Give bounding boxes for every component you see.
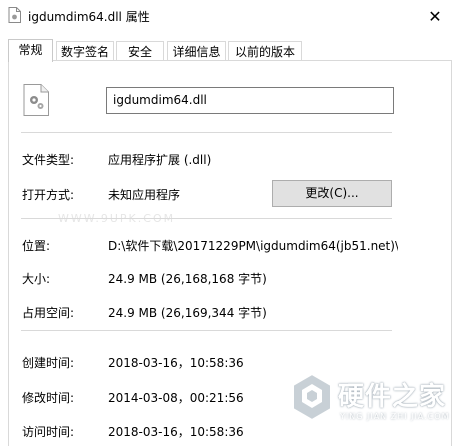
- created-label: 创建时间:: [22, 356, 75, 370]
- separator: [21, 218, 392, 219]
- close-icon: ✕: [428, 6, 442, 26]
- hexagon-logo-icon: [292, 372, 332, 422]
- accessed-value: 2018-03-16，10:58:36: [108, 425, 244, 439]
- title-bar: igdumdim64.dll 属性 ✕: [0, 0, 458, 32]
- size-value: 24.9 MB (26,168,168 字节): [108, 272, 267, 286]
- size-on-disk-label: 占用空间:: [22, 306, 75, 320]
- separator: [21, 330, 392, 331]
- location-label: 位置:: [22, 239, 51, 253]
- brand-watermark: 硬件之家 YING JIAN ZHI JIA.COM: [290, 372, 450, 432]
- modified-label: 修改时间:: [22, 391, 75, 405]
- change-button[interactable]: 更改(C)...: [272, 180, 392, 207]
- dll-gear-file-icon: [23, 84, 49, 116]
- separator: [21, 132, 392, 133]
- created-value: 2018-03-16，10:58:36: [108, 356, 244, 370]
- location-value: D:\软件下载\20171229PM\igdumdim64(jb51.net)\: [108, 239, 398, 253]
- tab-general[interactable]: 常规: [8, 39, 53, 62]
- modified-value: 2014-03-08，00:21:56: [108, 391, 244, 405]
- size-label: 大小:: [22, 272, 51, 286]
- size-on-disk-value: 24.9 MB (26,169,344 字节): [108, 306, 267, 320]
- tab-digital-signatures[interactable]: 数字签名: [56, 41, 114, 61]
- accessed-label: 访问时间:: [22, 425, 75, 439]
- tab-strip: 常规 数字签名 安全 详细信息 以前的版本: [8, 39, 452, 62]
- brand-subtitle: YING JIAN ZHI JIA.COM: [340, 412, 450, 421]
- file-type-value: 应用程序扩展 (.dll): [108, 153, 212, 167]
- tab-previous-versions[interactable]: 以前的版本: [228, 41, 302, 61]
- tab-security[interactable]: 安全: [116, 41, 164, 61]
- brand-name: 硬件之家: [338, 382, 447, 412]
- dll-file-icon: [8, 7, 21, 23]
- opens-with-label: 打开方式:: [22, 188, 75, 202]
- file-name-input[interactable]: igdumdim64.dll: [106, 87, 394, 114]
- tab-details[interactable]: 详细信息: [167, 41, 226, 61]
- opens-with-value: 未知应用程序: [108, 188, 181, 202]
- window-title: igdumdim64.dll 属性: [28, 10, 150, 24]
- close-button[interactable]: ✕: [412, 0, 458, 32]
- file-type-label: 文件类型:: [22, 153, 75, 167]
